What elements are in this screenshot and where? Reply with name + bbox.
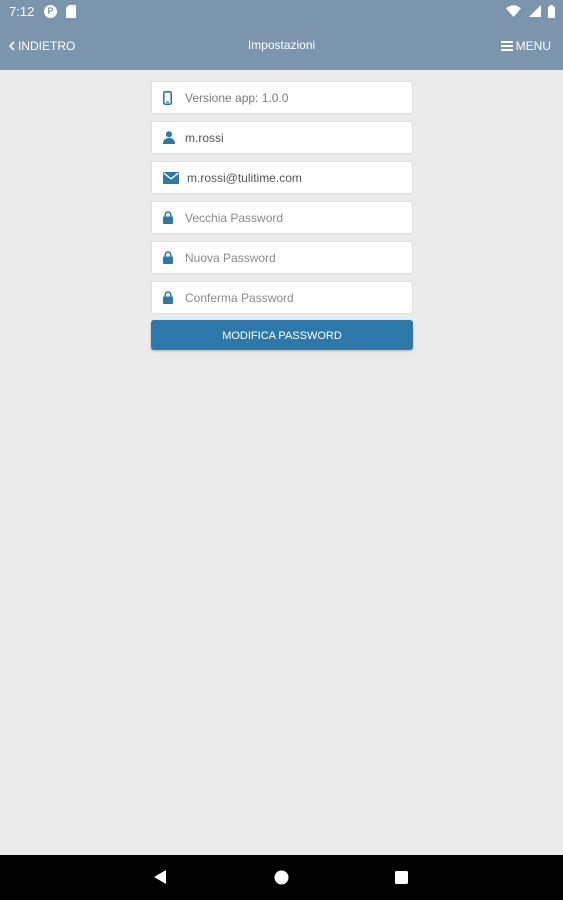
- wifi-icon: [506, 5, 522, 17]
- lock-icon: [163, 290, 179, 306]
- p-notification-icon: P: [44, 5, 57, 18]
- new-password-input[interactable]: [185, 250, 405, 265]
- system-navigation-bar: [0, 855, 563, 900]
- menu-button-label: MENU: [515, 39, 551, 53]
- top-bar: 7:12 P INDIETRO Impostazioni MENU: [0, 0, 563, 70]
- status-time: 7:12: [9, 4, 35, 19]
- email-field: m.rossi@tulitime.com: [151, 161, 413, 194]
- battery-icon: [548, 5, 555, 18]
- app-version-field: Versione app: 1.0.0: [151, 81, 413, 114]
- page-title: Impostazioni: [247, 38, 316, 52]
- settings-form: Versione app: 1.0.0 m.rossi m.rossi@tuli…: [151, 81, 413, 350]
- hamburger-icon: [500, 41, 513, 51]
- username-field: m.rossi: [151, 121, 413, 154]
- lock-icon: [163, 250, 179, 266]
- old-password-input[interactable]: [185, 210, 405, 225]
- recents-square-icon[interactable]: [395, 871, 408, 889]
- confirm-password-input[interactable]: [185, 290, 405, 305]
- signal-icon: [528, 5, 541, 17]
- app-version-text: Versione app: 1.0.0: [185, 90, 289, 105]
- settings-screen: 7:12 P INDIETRO Impostazioni MENU Versio…: [0, 0, 563, 900]
- old-password-field[interactable]: [151, 201, 413, 234]
- username-text: m.rossi: [185, 130, 224, 145]
- change-password-button[interactable]: MODIFICA PASSWORD: [151, 320, 413, 350]
- home-circle-icon[interactable]: [274, 870, 289, 890]
- confirm-password-field[interactable]: [151, 281, 413, 314]
- back-triangle-icon[interactable]: [153, 869, 167, 890]
- status-right-icons: [503, 5, 555, 19]
- app-bar: INDIETRO Impostazioni MENU: [0, 24, 563, 70]
- sd-card-icon: [66, 5, 76, 18]
- lock-icon: [163, 210, 179, 226]
- menu-button[interactable]: MENU: [500, 37, 551, 55]
- new-password-field[interactable]: [151, 241, 413, 274]
- mobile-phone-icon: [163, 90, 179, 106]
- email-text: m.rossi@tulitime.com: [187, 170, 302, 185]
- envelope-icon: [163, 170, 181, 186]
- status-bar: 7:12 P: [0, 0, 563, 24]
- user-icon: [163, 130, 179, 146]
